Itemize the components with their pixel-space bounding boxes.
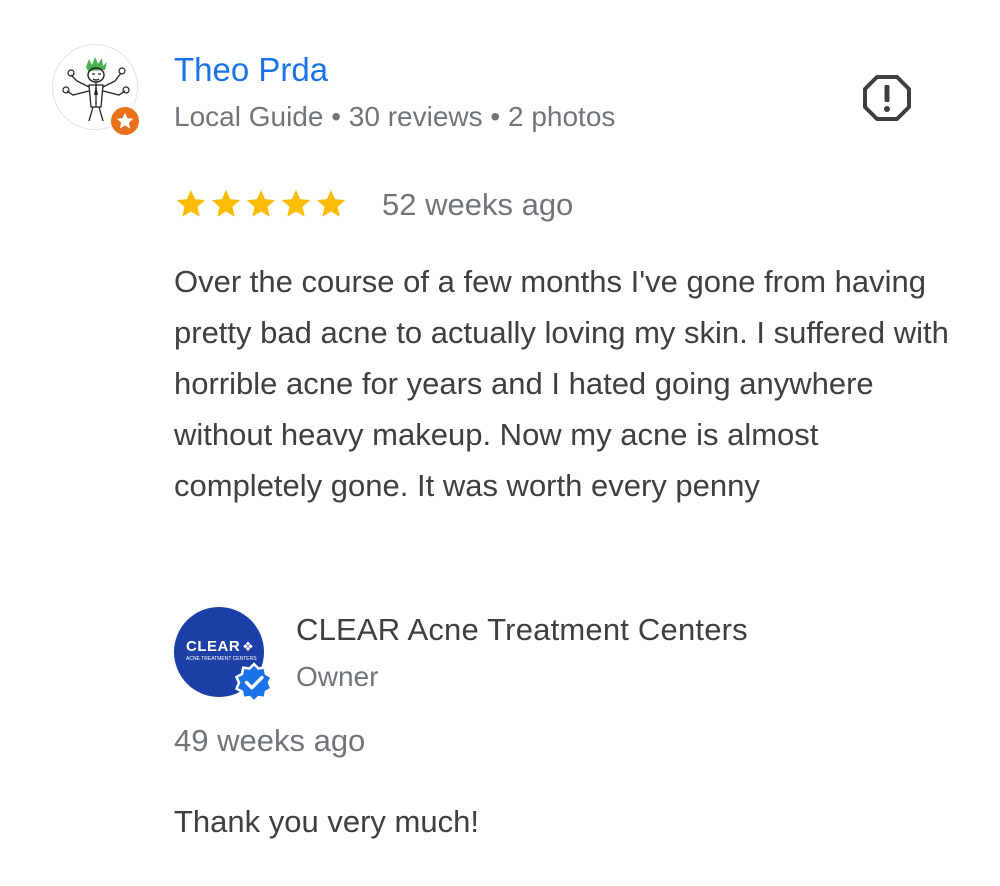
review-text: Over the course of a few months I've gon… [174, 264, 949, 503]
review-time: 52 weeks ago [382, 187, 574, 222]
report-icon[interactable] [862, 74, 912, 122]
reviewer-name[interactable]: Theo Prda [174, 50, 328, 90]
local-guide-star-icon [108, 104, 142, 138]
owner-role: Owner [296, 661, 379, 692]
star-icon [176, 189, 206, 217]
response-text: Thank you very much! [174, 804, 479, 839]
star-icon [281, 189, 311, 217]
verified-check-icon [234, 662, 274, 704]
response-time: 49 weeks ago [174, 723, 366, 758]
star-icon [316, 189, 346, 217]
logo-dots-icon: ❖ [242, 639, 255, 654]
owner-name[interactable]: CLEAR Acne Treatment Centers [296, 611, 748, 649]
reviewer-meta: Local Guide • 30 reviews • 2 photos [174, 101, 616, 132]
star-icon [211, 189, 241, 217]
star-icon [246, 189, 276, 217]
owner-logo-text: CLEAR ❖ [186, 638, 255, 655]
star-rating [174, 187, 348, 221]
